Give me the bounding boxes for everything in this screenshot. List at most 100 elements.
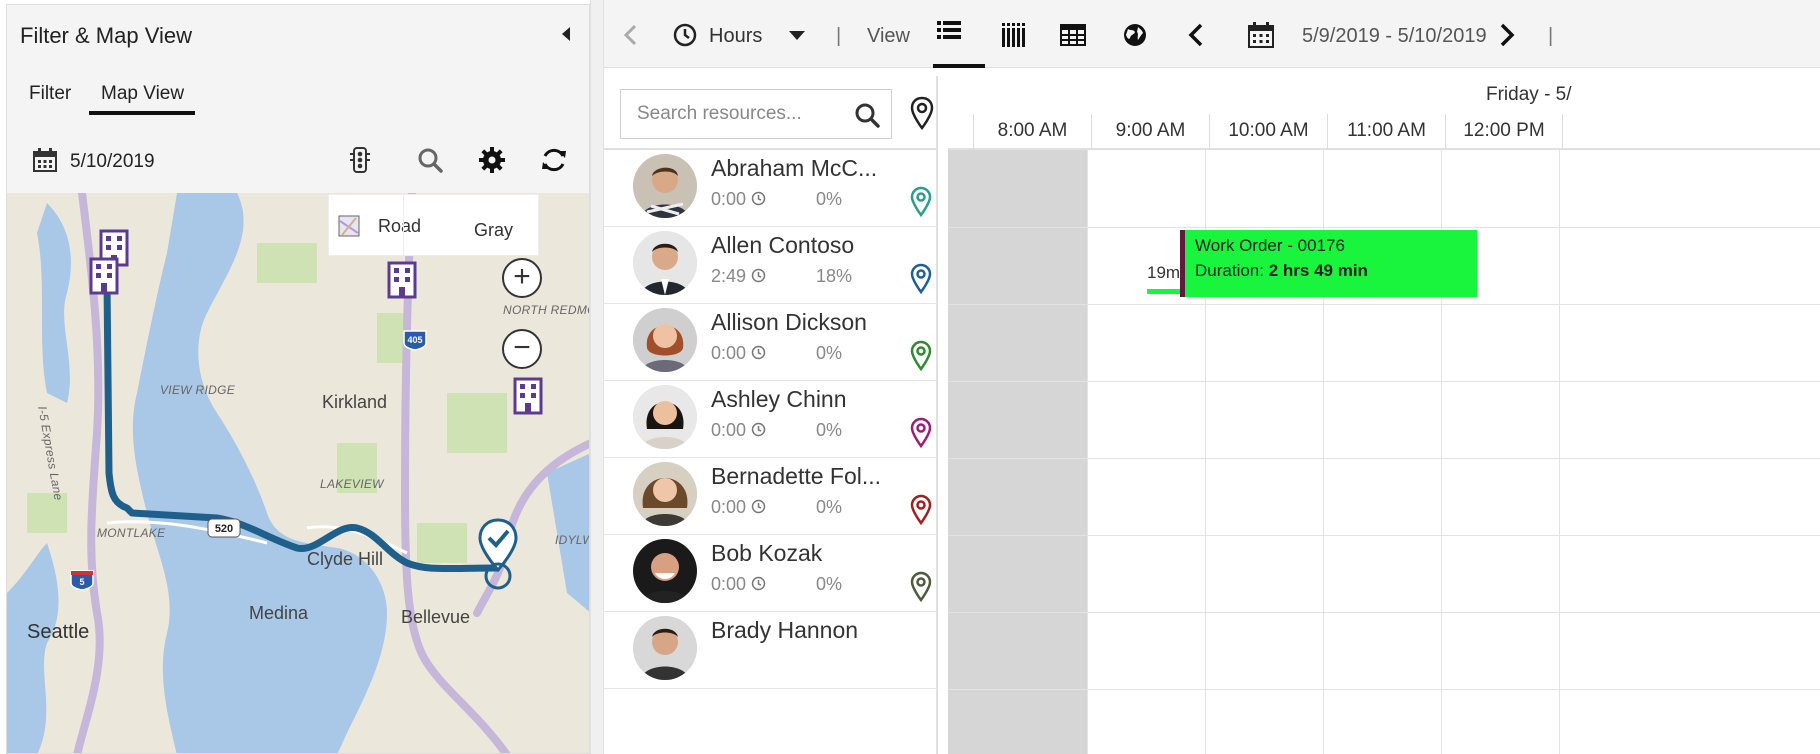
grid-line xyxy=(1087,150,1088,754)
resource-booked-hours: 2:49 xyxy=(711,266,747,286)
map-date[interactable]: 5/10/2019 xyxy=(70,151,155,173)
resource-row[interactable]: Abraham McC... 0:00 0% xyxy=(604,150,938,227)
avatar xyxy=(633,385,697,449)
resource-name: Allison Dickson xyxy=(711,309,867,335)
building-icon[interactable] xyxy=(513,377,543,415)
location-pin-icon[interactable] xyxy=(909,96,935,130)
map-label-idylw: IDYLW xyxy=(555,533,589,547)
resource-name: Bernadette Fol... xyxy=(711,463,882,489)
refresh-icon[interactable] xyxy=(539,145,569,175)
map-label-view-ridge: VIEW RIDGE xyxy=(160,383,236,397)
map-canvas[interactable]: Road Gray + − 405 520 5 Seattle Kirkland… xyxy=(7,193,589,753)
calendar-icon[interactable] xyxy=(1246,20,1276,50)
non-working-hours-block xyxy=(948,150,1087,754)
tab-filter[interactable]: Filter xyxy=(29,83,71,105)
location-pin-icon[interactable] xyxy=(910,340,932,372)
resource-name: Brady Hannon xyxy=(711,617,859,643)
location-pin-icon[interactable] xyxy=(910,417,932,449)
globe-icon[interactable] xyxy=(1120,20,1150,50)
toolbar-separator: | xyxy=(836,25,842,47)
resource-row[interactable]: Allen Contoso 2:49 18% xyxy=(604,227,938,304)
grid-line xyxy=(948,689,1820,690)
booking-work-order[interactable]: Work Order - 00176 Duration: 2 hrs 49 mi… xyxy=(1180,230,1477,297)
location-pin-icon[interactable] xyxy=(910,494,932,526)
chevron-down-icon[interactable] xyxy=(782,20,812,50)
resource-row[interactable]: Bob Kozak 0:00 0% xyxy=(604,535,938,612)
hour-label: 12:00 PM xyxy=(1445,114,1563,150)
schedule-board: Friday - 5/ 8:00 AM 9:00 AM 10:00 AM 11:… xyxy=(948,76,1820,754)
calendar-icon[interactable] xyxy=(32,147,58,173)
grid-line xyxy=(948,304,1820,305)
grid-line xyxy=(948,227,1820,228)
resource-row[interactable]: Allison Dickson 0:00 0% xyxy=(604,304,938,381)
vertical-view-icon[interactable] xyxy=(998,20,1028,50)
location-pin-icon[interactable] xyxy=(910,186,932,218)
map-style-divider xyxy=(403,195,404,257)
resource-utilization: 0% xyxy=(816,189,843,209)
clock-icon xyxy=(751,422,766,437)
grid-line xyxy=(948,381,1820,382)
building-icon[interactable] xyxy=(89,257,119,295)
building-icon[interactable] xyxy=(387,261,417,299)
location-pin-icon[interactable] xyxy=(910,571,932,603)
traffic-icon[interactable] xyxy=(345,145,375,175)
panel-title: Filter & Map View xyxy=(20,23,192,48)
gray-style-option[interactable]: Gray xyxy=(474,220,513,241)
selected-view-indicator xyxy=(933,64,985,68)
zoom-in-button[interactable]: + xyxy=(502,258,542,298)
resource-utilization: 0% xyxy=(816,497,843,517)
list-view-icon[interactable] xyxy=(934,16,964,46)
resource-name: Abraham McC... xyxy=(711,155,878,181)
search-icon[interactable] xyxy=(853,101,881,129)
map-label-bellevue: Bellevue xyxy=(401,607,471,627)
time-scale-select[interactable]: Hours xyxy=(709,25,762,48)
hour-header-row: 8:00 AM 9:00 AM 10:00 AM 11:00 AM 12:00 … xyxy=(948,114,1820,150)
resource-row[interactable]: Ashley Chinn 0:00 0% xyxy=(604,381,938,458)
clock-icon xyxy=(751,191,766,206)
hwy-405-label: 405 xyxy=(407,335,422,345)
hwy-520-label: 520 xyxy=(215,523,233,535)
collapse-panel-icon[interactable] xyxy=(555,23,577,45)
zoom-out-button[interactable]: − xyxy=(502,329,542,369)
booking-title: Work Order - 00176 xyxy=(1195,236,1345,255)
table-view-icon[interactable] xyxy=(1058,20,1088,50)
clock-icon xyxy=(751,499,766,514)
map-label-medina: Medina xyxy=(249,603,309,623)
tab-map-view[interactable]: Map View xyxy=(101,83,184,105)
grid-line xyxy=(948,535,1820,536)
chevron-left-icon[interactable] xyxy=(616,20,646,50)
booking-duration: Duration: 2 hrs 49 min xyxy=(1195,261,1368,281)
panel-splitter[interactable] xyxy=(590,0,604,754)
clock-icon xyxy=(673,23,697,47)
resource-row[interactable]: Bernadette Fol... 0:00 0% xyxy=(604,458,938,535)
booking-duration-value: 2 hrs 49 min xyxy=(1268,261,1368,280)
resource-name: Allen Contoso xyxy=(711,232,855,258)
resource-search-input[interactable] xyxy=(621,90,847,138)
avatar xyxy=(633,462,697,526)
next-date-icon[interactable] xyxy=(1491,20,1521,50)
search-icon[interactable] xyxy=(415,145,445,175)
resource-utilization: 0% xyxy=(816,574,843,594)
date-range[interactable]: 5/9/2019 - 5/10/2019 xyxy=(1302,25,1487,48)
road-style-option[interactable]: Road xyxy=(378,216,421,237)
grid-line xyxy=(948,458,1820,459)
selected-tab-indicator xyxy=(89,111,195,115)
location-pin-icon[interactable] xyxy=(910,263,932,295)
hour-label: 10:00 AM xyxy=(1209,114,1327,150)
map-label-lakeview: LAKEVIEW xyxy=(320,477,384,491)
resource-row[interactable]: Brady Hannon xyxy=(604,612,938,689)
booking-duration-label: Duration: xyxy=(1195,261,1264,280)
map-style-switcher: Road Gray xyxy=(328,194,539,257)
hour-label: 8:00 AM xyxy=(973,114,1091,150)
resource-booked-hours: 0:00 xyxy=(711,420,747,440)
avatar xyxy=(633,539,697,603)
previous-date-icon[interactable] xyxy=(1182,20,1212,50)
grid-line xyxy=(1559,150,1560,754)
clock-icon xyxy=(751,576,766,591)
gear-icon[interactable] xyxy=(477,145,507,175)
resource-utilization: 0% xyxy=(816,343,843,363)
resource-utilization: 18% xyxy=(816,266,853,286)
location-check-pin-icon[interactable] xyxy=(477,518,519,590)
avatar xyxy=(633,616,697,680)
road-style-icon[interactable] xyxy=(338,215,360,237)
